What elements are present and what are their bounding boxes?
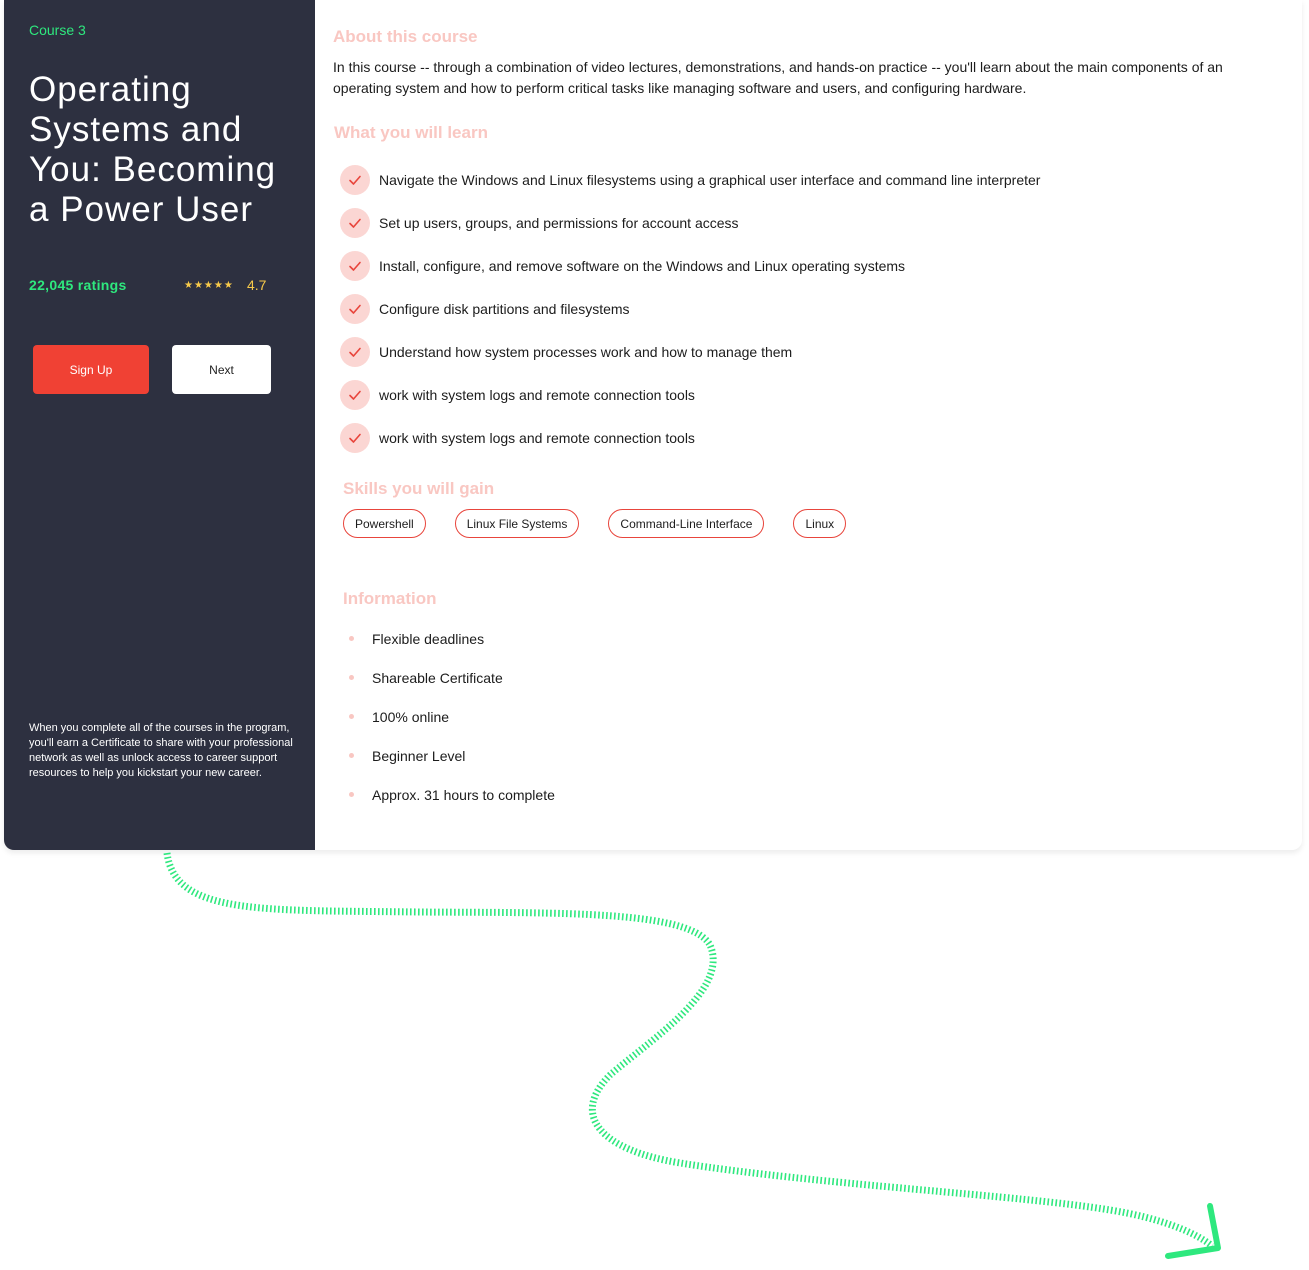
information-item-text: Shareable Certificate <box>372 669 503 686</box>
check-icon <box>340 207 370 238</box>
information-heading: Information <box>343 589 437 608</box>
arrow-head-icon <box>1165 1203 1221 1259</box>
learn-item: Navigate the Windows and Linux filesyste… <box>340 158 1040 201</box>
learn-item-text: work with system logs and remote connect… <box>379 429 695 446</box>
rating-stars-icon: ★★★★★ <box>184 280 234 291</box>
rating-value: 4.7 <box>247 277 267 293</box>
information-item: Approx. 31 hours to complete <box>349 775 555 814</box>
information-item-text: 100% online <box>372 708 450 725</box>
skill-chip[interactable]: Linux File Systems <box>454 509 580 538</box>
bullet-icon <box>349 675 354 680</box>
about-text: In this course -- through a combination … <box>333 59 1223 96</box>
learn-item: Configure disk partitions and filesystem… <box>340 287 1040 330</box>
learn-item-text: Configure disk partitions and filesystem… <box>379 300 630 317</box>
certificate-footnote: When you complete all of the courses in … <box>29 722 293 779</box>
learn-list: Navigate the Windows and Linux filesyste… <box>340 158 1040 459</box>
course-title: Operating Systems and You: Becoming a Po… <box>29 70 277 229</box>
check-icon <box>340 250 370 281</box>
course-sidebar: Course 3 Operating Systems and You: Beco… <box>4 0 315 850</box>
learn-heading: What you will learn <box>334 123 488 142</box>
bullet-icon <box>349 792 354 797</box>
sign-up-button[interactable]: Sign Up <box>33 345 149 394</box>
learn-item-text: work with system logs and remote connect… <box>379 386 695 403</box>
information-item-text: Flexible deadlines <box>372 630 485 647</box>
information-item: Flexible deadlines <box>349 619 555 658</box>
learn-item-text: Set up users, groups, and permissions fo… <box>379 214 739 231</box>
information-item: 100% online <box>349 697 555 736</box>
learn-item: Set up users, groups, and permissions fo… <box>340 201 1040 244</box>
skills-list: Powershell Linux File Systems Command-Li… <box>343 509 847 538</box>
check-icon <box>340 336 370 367</box>
information-item-text: Beginner Level <box>372 747 466 764</box>
check-icon <box>340 164 370 195</box>
skills-heading: Skills you will gain <box>343 479 495 498</box>
skill-chip[interactable]: Command-Line Interface <box>608 509 765 538</box>
skill-chip[interactable]: Linux <box>793 509 847 538</box>
check-icon <box>340 379 370 410</box>
learn-item: Install, configure, and remove software … <box>340 244 1040 287</box>
learn-item-text: Install, configure, and remove software … <box>379 257 906 274</box>
skill-chip[interactable]: Powershell <box>343 509 426 538</box>
information-list: Flexible deadlines Shareable Certificate… <box>349 619 555 814</box>
bullet-icon <box>349 714 354 719</box>
check-icon <box>340 293 370 324</box>
bullet-icon <box>349 753 354 758</box>
learn-item: work with system logs and remote connect… <box>340 416 1040 459</box>
about-heading: About this course <box>333 27 478 46</box>
course-tag: Course 3 <box>29 22 86 38</box>
ratings-count: 22,045 ratings <box>29 277 127 293</box>
information-item-text: Approx. 31 hours to complete <box>372 786 555 803</box>
learn-item: work with system logs and remote connect… <box>340 373 1040 416</box>
learn-item-text: Navigate the Windows and Linux filesyste… <box>379 171 1041 188</box>
bullet-icon <box>349 636 354 641</box>
check-icon <box>340 422 370 453</box>
learn-item-text: Understand how system processes work and… <box>379 343 793 360</box>
information-item: Shareable Certificate <box>349 658 555 697</box>
information-item: Beginner Level <box>349 736 555 775</box>
dashed-trail-path <box>163 852 1215 1249</box>
learn-item: Understand how system processes work and… <box>340 330 1040 373</box>
next-button[interactable]: Next <box>172 345 271 394</box>
